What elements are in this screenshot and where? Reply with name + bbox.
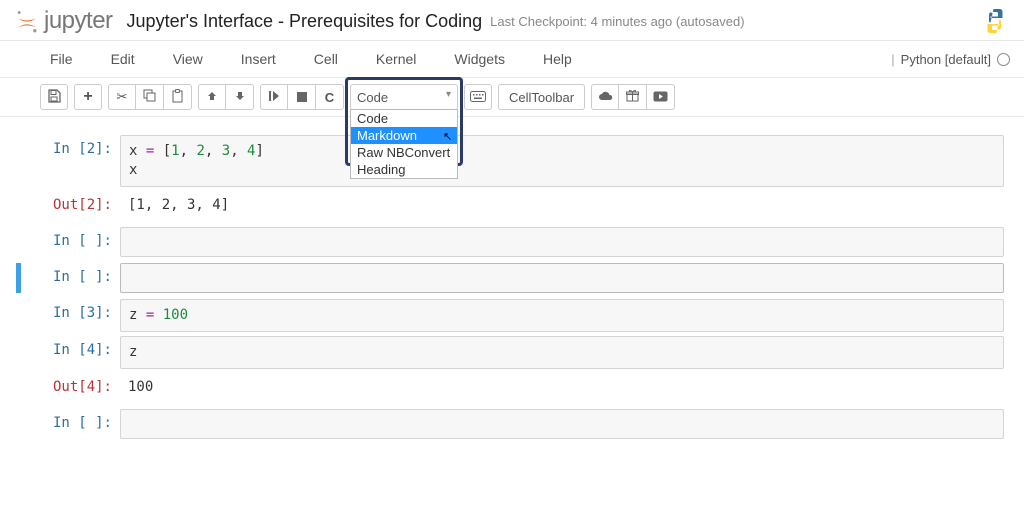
code-cell[interactable]: In [3]: z = 100 — [20, 299, 1004, 332]
in-prompt: In [4]: — [20, 336, 120, 369]
play-box-icon — [653, 90, 668, 105]
option-heading[interactable]: Heading — [351, 161, 457, 178]
output-row: Out[2]: [1, 2, 3, 4] — [20, 191, 1004, 223]
menu-widgets[interactable]: Widgets — [450, 47, 509, 71]
cloud-button[interactable] — [591, 84, 619, 110]
in-prompt: In [ ]: — [20, 227, 120, 257]
present-button[interactable] — [619, 84, 647, 110]
in-prompt: In [ ]: — [20, 263, 120, 293]
code-input[interactable]: z = 100 — [120, 299, 1004, 332]
run-icon — [269, 90, 279, 105]
paste-icon — [171, 89, 184, 106]
move-down-button[interactable] — [226, 84, 254, 110]
in-prompt: In [ ]: — [20, 409, 120, 439]
code-input[interactable] — [120, 263, 1004, 293]
code-input[interactable] — [120, 227, 1004, 257]
out-prompt: Out[4]: — [20, 373, 120, 405]
move-up-button[interactable] — [198, 84, 226, 110]
add-cell-button[interactable]: + — [74, 84, 102, 110]
notebook-area: In [2]: x = [1, 2, 3, 4] x Out[2]: [1, 2… — [0, 117, 1024, 463]
code-input[interactable] — [120, 409, 1004, 439]
interrupt-button[interactable] — [288, 84, 316, 110]
gift-icon — [626, 89, 639, 105]
arrow-down-icon — [234, 90, 246, 105]
menu-view[interactable]: View — [169, 47, 207, 71]
arrow-up-icon — [206, 90, 218, 105]
option-raw[interactable]: Raw NBConvert — [351, 144, 457, 161]
option-code[interactable]: Code — [351, 110, 457, 127]
restart-icon: C — [325, 90, 334, 105]
cell-type-select[interactable]: Code — [350, 84, 458, 110]
notebook-title[interactable]: Jupyter's Interface - Prerequisites for … — [127, 11, 483, 32]
jupyter-logo-text: jupyter — [44, 7, 113, 35]
cut-button[interactable]: ✂ — [108, 84, 136, 110]
header: jupyter Jupyter's Interface - Prerequisi… — [0, 0, 1024, 41]
command-palette-button[interactable] — [464, 84, 492, 110]
checkpoint-text: Last Checkpoint: 4 minutes ago (autosave… — [490, 14, 744, 29]
copy-icon — [143, 89, 156, 105]
kernel-name: Python [default] — [901, 52, 991, 67]
restart-button[interactable]: C — [316, 84, 344, 110]
slideshow-button[interactable] — [647, 84, 675, 110]
keyboard-icon — [470, 90, 486, 105]
cloud-icon — [598, 90, 613, 105]
code-input[interactable]: x = [1, 2, 3, 4] x — [120, 135, 1004, 187]
cursor-icon: ↖ — [443, 130, 452, 143]
toolbar: + ✂ C Code Code Markdown Raw NBConvert — [0, 78, 1024, 117]
out-prompt: Out[2]: — [20, 191, 120, 223]
stop-icon — [297, 90, 307, 105]
cell-type-dropdown: Code Markdown Raw NBConvert Heading ↖ — [350, 109, 458, 179]
cell-type-wrap: Code Code Markdown Raw NBConvert Heading… — [350, 84, 458, 110]
output-row: Out[4]: 100 — [20, 373, 1004, 405]
celltoolbar-button[interactable]: CellToolbar — [498, 84, 585, 110]
kernel-indicator: | Python [default] — [891, 52, 1010, 67]
in-prompt: In [3]: — [20, 299, 120, 332]
option-markdown[interactable]: Markdown — [351, 127, 457, 144]
python-logo-icon — [980, 6, 1010, 36]
run-button[interactable] — [260, 84, 288, 110]
menu-help[interactable]: Help — [539, 47, 576, 71]
paste-button[interactable] — [164, 84, 192, 110]
jupyter-logo: jupyter — [14, 7, 113, 35]
in-prompt: In [2]: — [20, 135, 120, 187]
menu-cell[interactable]: Cell — [310, 47, 342, 71]
jupyter-logo-icon — [14, 8, 40, 34]
plus-icon: + — [83, 88, 92, 106]
code-cell[interactable]: In [ ]: — [20, 409, 1004, 439]
save-button[interactable] — [40, 84, 68, 110]
menu-insert[interactable]: Insert — [237, 47, 280, 71]
menu-edit[interactable]: Edit — [107, 47, 139, 71]
output-text: [1, 2, 3, 4] — [120, 191, 1004, 223]
code-cell[interactable]: In [4]: z — [20, 336, 1004, 369]
code-cell[interactable]: In [ ]: — [20, 227, 1004, 257]
menubar: File Edit View Insert Cell Kernel Widget… — [0, 41, 1024, 78]
save-icon — [47, 89, 61, 106]
cut-icon: ✂ — [117, 89, 128, 105]
copy-button[interactable] — [136, 84, 164, 110]
kernel-status-icon — [997, 53, 1010, 66]
menu-kernel[interactable]: Kernel — [372, 47, 420, 71]
code-cell[interactable]: In [2]: x = [1, 2, 3, 4] x — [20, 135, 1004, 187]
code-cell-selected[interactable]: In [ ]: — [20, 263, 1004, 293]
code-input[interactable]: z — [120, 336, 1004, 369]
menu-file[interactable]: File — [46, 47, 77, 71]
output-text: 100 — [120, 373, 1004, 405]
